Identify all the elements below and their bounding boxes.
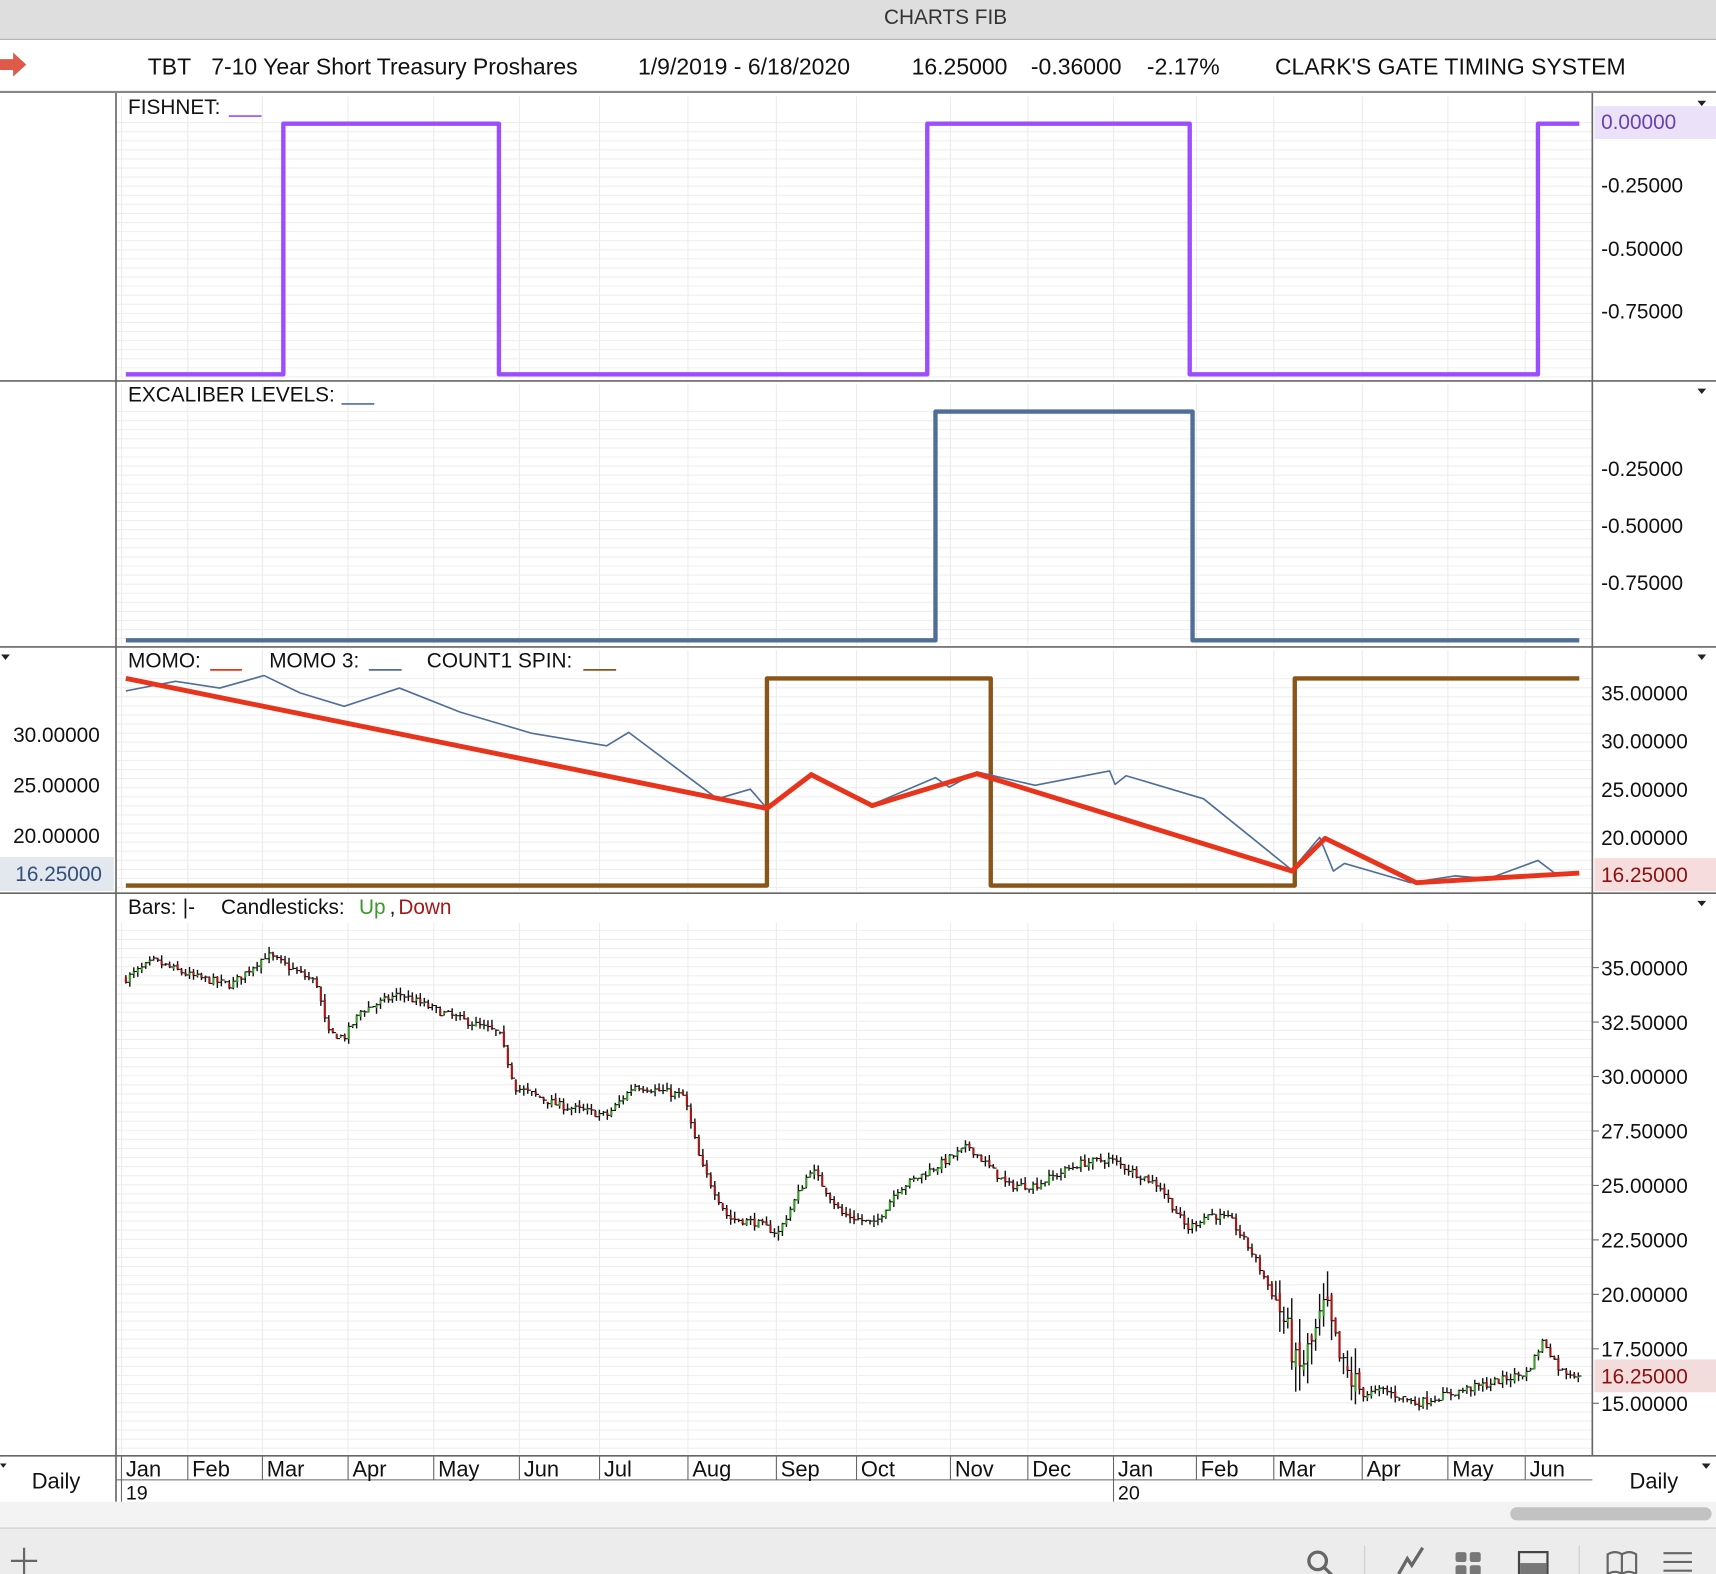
month-label: Mar [1278, 1457, 1316, 1482]
bars-symbol: |- [183, 896, 195, 919]
momo-left-tick: 20.00000 [13, 825, 100, 848]
system-name: CLARK'S GATE TIMING SYSTEM [1275, 53, 1626, 79]
momo-panel: MOMO: MOMO 3: COUNT1 SPIN: 35.00000 30.0… [0, 650, 1716, 891]
price-tick: 32.50000 [1601, 1012, 1688, 1035]
price-tick: 35.00000 [1601, 957, 1688, 980]
legend-up: Up [359, 896, 386, 919]
legend-sep: , [390, 896, 396, 919]
month-label: Apr [352, 1457, 386, 1482]
momo-left-last-value: 16.25000 [15, 863, 102, 886]
period-selector-right[interactable]: Daily [1630, 1469, 1679, 1494]
month-label: Aug [692, 1457, 731, 1482]
month-label: Jun [524, 1457, 559, 1482]
last-price: 16.25000 [912, 53, 1008, 79]
fishnet-tick: -0.75000 [1601, 301, 1683, 324]
fishnet-tick: 0.00000 [1601, 111, 1676, 134]
period-dropdown-icon[interactable] [1701, 1463, 1711, 1469]
price-tick: 15.00000 [1601, 1393, 1688, 1416]
chart-window: CHARTS FIB TBT 7-10 Year Short Treasury … [0, 0, 1716, 1574]
month-label: Feb [192, 1457, 230, 1482]
month-label: Jan [1118, 1457, 1153, 1482]
panel-menu-icon[interactable] [1697, 100, 1707, 107]
month-label: May [1452, 1457, 1493, 1482]
month-label: Feb [1201, 1457, 1239, 1482]
excaliber-line [125, 409, 1580, 643]
period-selector-left[interactable]: Daily [32, 1469, 81, 1494]
arrow-right-icon[interactable] [0, 52, 27, 77]
symbol: TBT [148, 53, 191, 79]
price-last-value: 16.25000 [1601, 1366, 1688, 1389]
panel-menu-icon[interactable] [1, 654, 10, 661]
momo-line [125, 676, 1580, 886]
candlesticks-label: Candlesticks: [221, 896, 345, 919]
time-axis[interactable]: Jan Feb Mar Apr May Jun Jul Aug Sep Oct Nov Dec Jan F… [116, 1455, 1593, 1505]
excaliber-tick: -0.75000 [1601, 572, 1683, 595]
security-name: 7-10 Year Short Treasury Proshares [211, 53, 577, 79]
excaliber-tick: -0.50000 [1601, 515, 1683, 538]
fishnet-tick: -0.25000 [1601, 175, 1683, 198]
fishnet-panel: FISHNET: 0.00000 -0.25000 -0.50000 -0.75… [125, 96, 1716, 377]
momo3-label: MOMO 3: [269, 650, 359, 673]
bars-label: Bars: [128, 896, 177, 919]
price-panel: Bars: |- Candlesticks: Up , Down 35.0000… [124, 896, 1716, 1416]
panel-menu-icon[interactable] [1697, 654, 1707, 661]
horizontal-scrollbar[interactable] [0, 1501, 1716, 1529]
month-label: Nov [955, 1457, 994, 1482]
momo-left-tick: 30.00000 [13, 724, 100, 747]
fishnet-line [125, 121, 1580, 377]
excaliber-tick: -0.25000 [1601, 458, 1683, 481]
month-label: Jul [604, 1457, 632, 1482]
momo-tick: 25.00000 [1601, 779, 1688, 802]
date-range: 1/9/2019 - 6/18/2020 [638, 53, 850, 79]
momo-tick: 35.00000 [1601, 683, 1688, 706]
panel-menu-icon[interactable] [1697, 900, 1707, 907]
header-row: TBT 7-10 Year Short Treasury Proshares 1… [0, 52, 1626, 79]
momo-tick: 30.00000 [1601, 731, 1688, 754]
panel-menu-icon[interactable] [1697, 388, 1707, 395]
count1-spin-label: COUNT1 SPIN: [427, 650, 572, 673]
period-dropdown-icon[interactable] [0, 1463, 7, 1468]
price-tick: 22.50000 [1601, 1230, 1688, 1253]
window-title: CHARTS FIB [884, 6, 1007, 29]
momo-last-value: 16.25000 [1601, 864, 1688, 887]
year-label: 19 [126, 1483, 148, 1505]
price-tick: 20.00000 [1601, 1284, 1688, 1307]
month-label: Jan [126, 1457, 161, 1482]
excaliber-label: EXCALIBER LEVELS: [128, 384, 335, 407]
year-label: 20 [1118, 1483, 1140, 1505]
month-label: Dec [1032, 1457, 1071, 1482]
month-label: Sep [781, 1457, 820, 1482]
month-label: Oct [861, 1457, 895, 1482]
scrollbar-thumb[interactable] [1510, 1507, 1712, 1521]
percent-change: -2.17% [1147, 53, 1220, 79]
month-label: Mar [267, 1457, 305, 1482]
price-tick: 30.00000 [1601, 1066, 1688, 1089]
fishnet-label: FISHNET: [128, 96, 220, 119]
month-label: May [438, 1457, 479, 1482]
momo-label: MOMO: [128, 650, 201, 673]
price-tick: 17.50000 [1601, 1339, 1688, 1362]
momo-left-tick: 25.00000 [13, 774, 100, 797]
price-tick: 25.00000 [1601, 1175, 1688, 1198]
momo-tick: 20.00000 [1601, 827, 1688, 850]
price-tick: 27.50000 [1601, 1121, 1688, 1144]
title-bar [0, 0, 1716, 40]
month-label: Jun [1530, 1457, 1565, 1482]
fishnet-tick: -0.50000 [1601, 238, 1683, 261]
legend-down: Down [398, 896, 451, 919]
price-change: -0.36000 [1031, 53, 1122, 79]
month-label: Apr [1367, 1457, 1401, 1482]
